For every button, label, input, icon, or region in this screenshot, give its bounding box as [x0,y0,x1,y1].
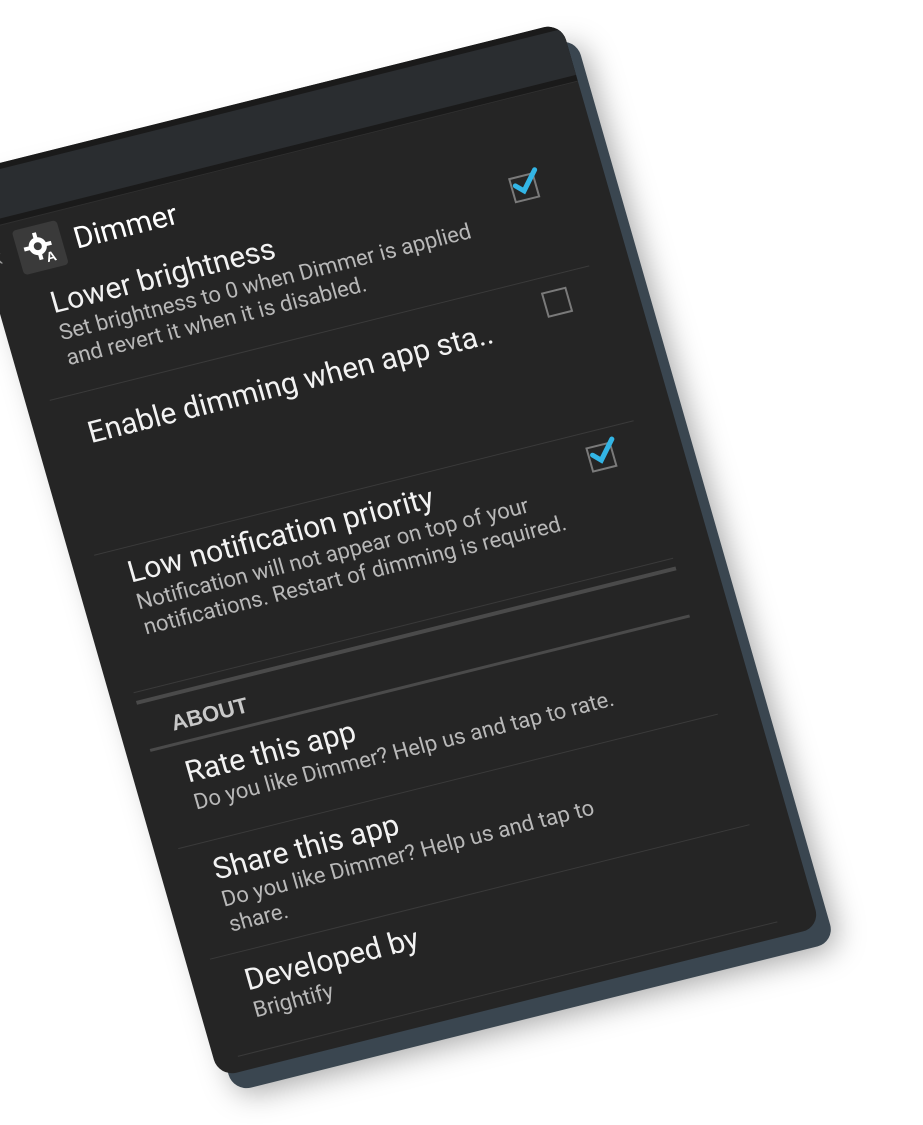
app-title: Dimmer [69,196,182,256]
low-priority-checkbox[interactable] [585,436,618,473]
svg-text:A: A [44,247,58,265]
check-icon [512,167,538,195]
phone-screen: ‹ A Dimmer Lower brightness Set brightne… [0,22,821,1078]
lower-brightness-checkbox[interactable] [508,167,541,204]
check-icon [590,436,615,464]
settings-list: Lower brightness Set brightness to 0 whe… [0,142,820,1078]
gear-a-icon: A [23,232,58,265]
stage: ‹ A Dimmer Lower brightness Set brightne… [0,0,923,1125]
enable-dimming-checkbox[interactable] [540,286,574,318]
